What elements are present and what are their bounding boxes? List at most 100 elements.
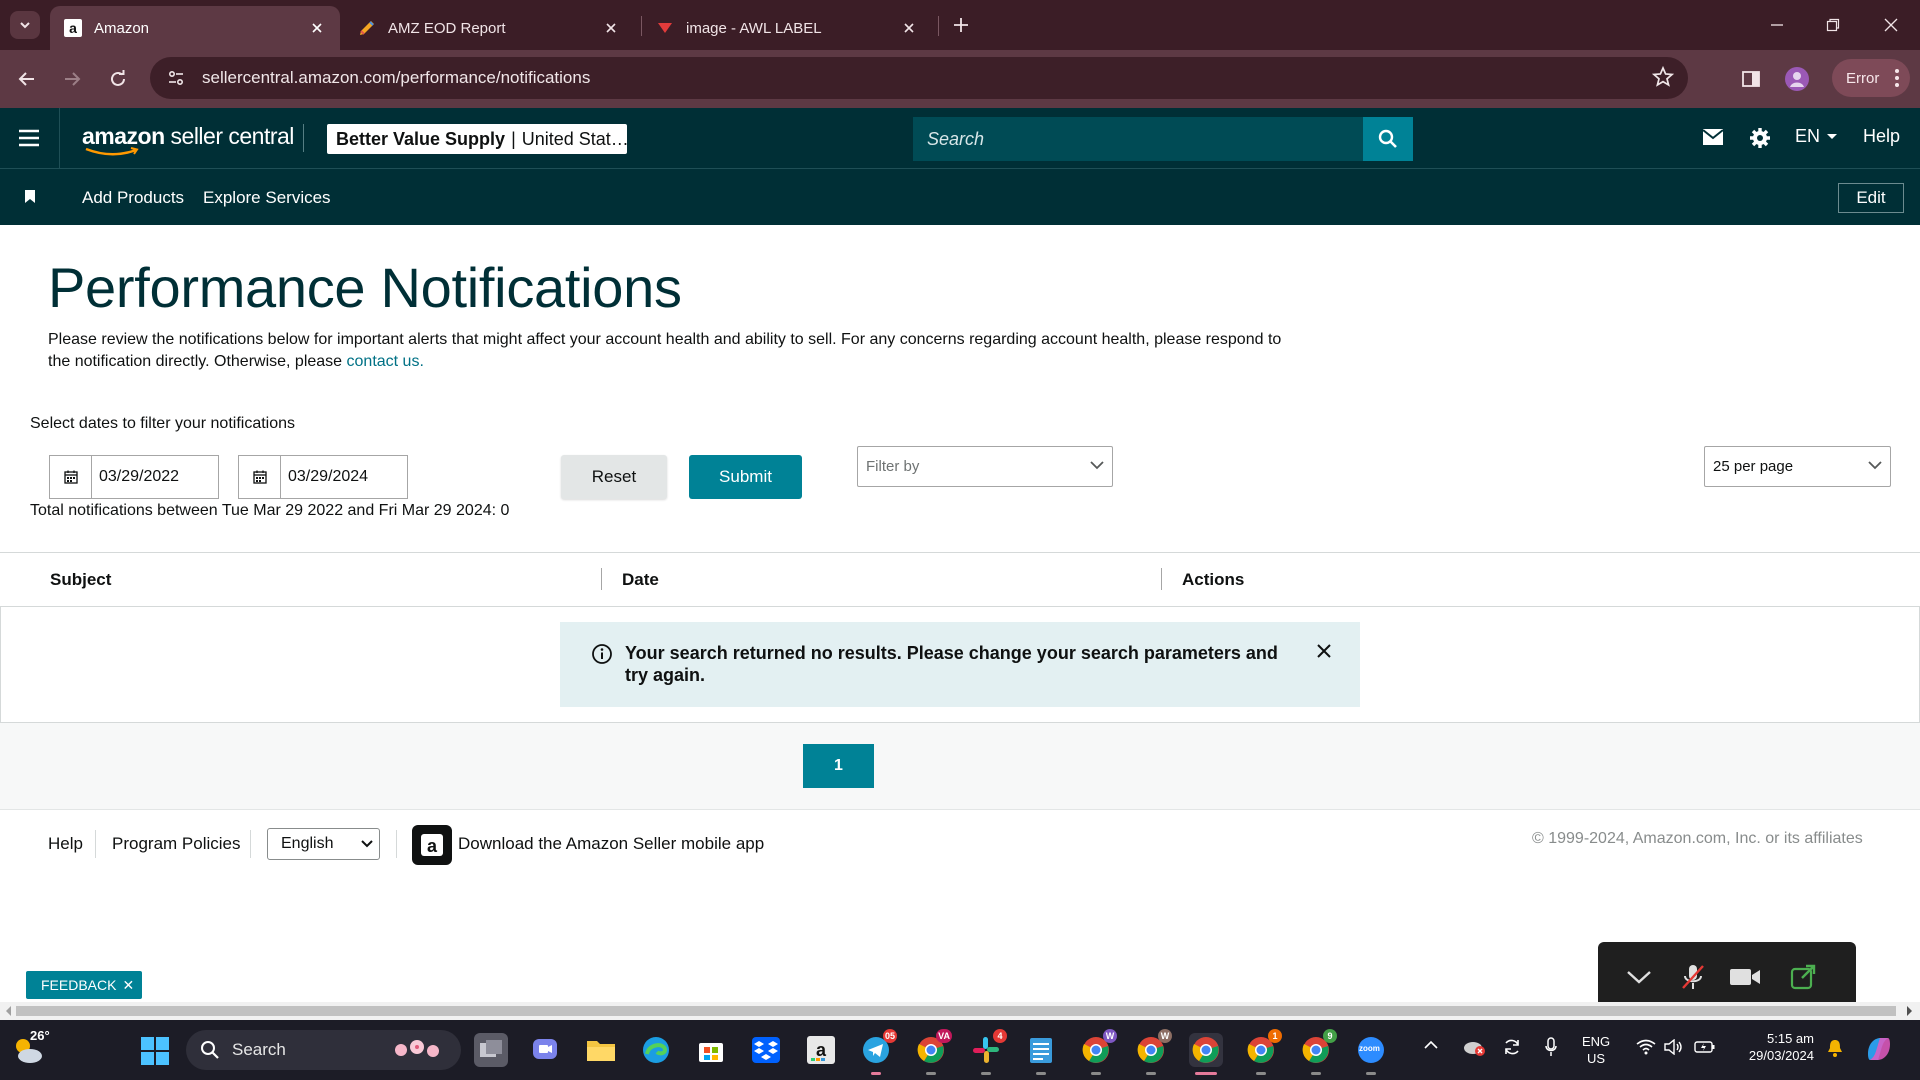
- chrome-w-icon[interactable]: W: [1079, 1029, 1117, 1075]
- edit-nav-button[interactable]: Edit: [1838, 183, 1904, 213]
- search-icon: [1378, 129, 1397, 148]
- calendar-icon[interactable]: [239, 456, 281, 498]
- clock[interactable]: 5:15 am 29/03/2024: [1737, 1030, 1814, 1064]
- slack-icon[interactable]: 4: [969, 1029, 1007, 1075]
- reload-button[interactable]: [103, 64, 133, 94]
- onedrive-error-icon[interactable]: [1462, 1038, 1486, 1056]
- per-page-select[interactable]: 25 per page: [1704, 446, 1891, 487]
- input-language[interactable]: ENG US: [1582, 1033, 1610, 1067]
- chrome-va-icon[interactable]: VA: [914, 1029, 952, 1075]
- scrollbar-thumb[interactable]: [16, 1006, 1896, 1016]
- notification-bell-icon[interactable]: [1826, 1038, 1844, 1058]
- column-subject[interactable]: Subject: [50, 570, 111, 590]
- close-tab-icon[interactable]: [308, 19, 326, 37]
- close-window-button[interactable]: [1876, 10, 1906, 40]
- side-panel-icon[interactable]: [1736, 64, 1766, 94]
- battery-icon[interactable]: [1694, 1039, 1716, 1055]
- windows-logo-icon: [141, 1037, 169, 1065]
- notepad-icon[interactable]: [1024, 1033, 1058, 1075]
- horizontal-scrollbar[interactable]: [0, 1002, 1920, 1020]
- back-button[interactable]: [12, 64, 42, 94]
- sync-icon[interactable]: [1502, 1037, 1522, 1057]
- bookmark-icon[interactable]: [24, 189, 36, 204]
- hamburger-menu-icon[interactable]: [18, 129, 40, 147]
- volume-icon[interactable]: [1664, 1039, 1684, 1055]
- teams-chat-icon[interactable]: [529, 1033, 563, 1067]
- taskbar-search[interactable]: Search: [186, 1030, 461, 1070]
- store-switcher[interactable]: Better Value Supply | United Stat…: [327, 124, 627, 154]
- tab-image-awl-label[interactable]: image - AWL LABEL: [642, 6, 932, 50]
- footer-program-policies-link[interactable]: Program Policies: [112, 834, 241, 854]
- seller-central-logo[interactable]: amazon seller central: [82, 123, 294, 156]
- show-hidden-icons[interactable]: [1424, 1040, 1438, 1050]
- address-bar[interactable]: sellercentral.amazon.com/performance/not…: [150, 57, 1688, 99]
- amazon-seller-app-icon[interactable]: a: [412, 825, 452, 865]
- close-icon[interactable]: ✕: [122, 977, 134, 994]
- calendar-icon[interactable]: [50, 456, 92, 498]
- tab-amazon[interactable]: a Amazon: [50, 6, 340, 50]
- gear-icon[interactable]: [1749, 127, 1771, 149]
- camera-button[interactable]: [1728, 960, 1762, 994]
- edge-browser-icon[interactable]: [639, 1033, 673, 1067]
- header-divider: [59, 108, 60, 169]
- forward-button[interactable]: [57, 64, 87, 94]
- language-selector[interactable]: EN: [1795, 126, 1838, 147]
- file-explorer-icon[interactable]: [584, 1033, 618, 1067]
- start-date-field[interactable]: 03/29/2022: [49, 455, 219, 499]
- restore-button[interactable]: [1818, 10, 1848, 40]
- zoom-icon[interactable]: zoom: [1354, 1033, 1388, 1075]
- task-view-icon[interactable]: [474, 1033, 508, 1067]
- microphone-icon[interactable]: [1544, 1037, 1558, 1057]
- scroll-left-icon: [6, 1006, 11, 1016]
- site-info-icon[interactable]: [156, 58, 196, 98]
- column-date[interactable]: Date: [622, 570, 659, 590]
- mail-icon[interactable]: [1702, 128, 1724, 146]
- info-icon: [591, 643, 613, 665]
- page-number-button[interactable]: 1: [803, 744, 874, 788]
- filter-by-select[interactable]: Filter by: [857, 446, 1113, 487]
- running-indicator: [1311, 1072, 1321, 1075]
- copilot-icon[interactable]: [1864, 1034, 1894, 1064]
- chrome-1-icon[interactable]: 1: [1244, 1029, 1282, 1075]
- share-screen-button[interactable]: [1786, 960, 1820, 994]
- minimize-icon: [1771, 24, 1783, 26]
- search-input[interactable]: [913, 128, 1353, 150]
- collapse-button[interactable]: [1622, 960, 1656, 994]
- close-tab-icon[interactable]: [602, 19, 620, 37]
- tab-amz-eod-report[interactable]: AMZ EOD Report: [344, 6, 634, 50]
- microsoft-store-icon[interactable]: [694, 1033, 728, 1067]
- minimize-button[interactable]: [1762, 10, 1792, 40]
- footer-help-link[interactable]: Help: [48, 834, 83, 854]
- submit-button[interactable]: Submit: [689, 455, 802, 499]
- profile-error-button[interactable]: Error: [1832, 59, 1910, 97]
- telegram-icon[interactable]: 05: [859, 1029, 897, 1075]
- download-app-link[interactable]: Download the Amazon Seller mobile app: [458, 834, 764, 854]
- footer-language-select[interactable]: English: [267, 828, 380, 860]
- amazon-app-icon[interactable]: a: [804, 1033, 838, 1067]
- subnav-explore-services[interactable]: Explore Services: [203, 188, 331, 208]
- close-tab-icon[interactable]: [900, 19, 918, 37]
- wifi-icon[interactable]: [1636, 1039, 1656, 1055]
- zoom-label: zoom: [1359, 1044, 1380, 1053]
- tab-search-button[interactable]: [10, 11, 40, 39]
- end-date-field[interactable]: 03/29/2024: [238, 455, 408, 499]
- subnav-add-products[interactable]: Add Products: [82, 188, 184, 208]
- pencil-favicon-icon: [358, 19, 376, 37]
- chrome-9-icon[interactable]: 9: [1299, 1029, 1337, 1075]
- search-button[interactable]: [1363, 117, 1413, 161]
- chrome-profile-badge: 9: [1323, 1029, 1337, 1043]
- chrome-w2-icon[interactable]: W: [1134, 1029, 1172, 1075]
- mute-microphone-button[interactable]: [1676, 960, 1710, 994]
- feedback-button[interactable]: FEEDBACK ✕: [26, 971, 142, 999]
- close-icon[interactable]: [1316, 643, 1332, 659]
- header-help-link[interactable]: Help: [1863, 126, 1900, 147]
- start-button[interactable]: [140, 1036, 170, 1066]
- new-tab-button[interactable]: [948, 12, 974, 38]
- dropbox-icon[interactable]: [749, 1033, 783, 1067]
- reset-button[interactable]: Reset: [561, 455, 667, 499]
- bookmark-star-icon[interactable]: [1652, 66, 1674, 88]
- contact-us-link[interactable]: contact us.: [347, 353, 424, 370]
- profile-avatar[interactable]: [1782, 64, 1812, 94]
- column-actions: Actions: [1182, 570, 1245, 589]
- chrome-active-icon[interactable]: [1189, 1033, 1223, 1075]
